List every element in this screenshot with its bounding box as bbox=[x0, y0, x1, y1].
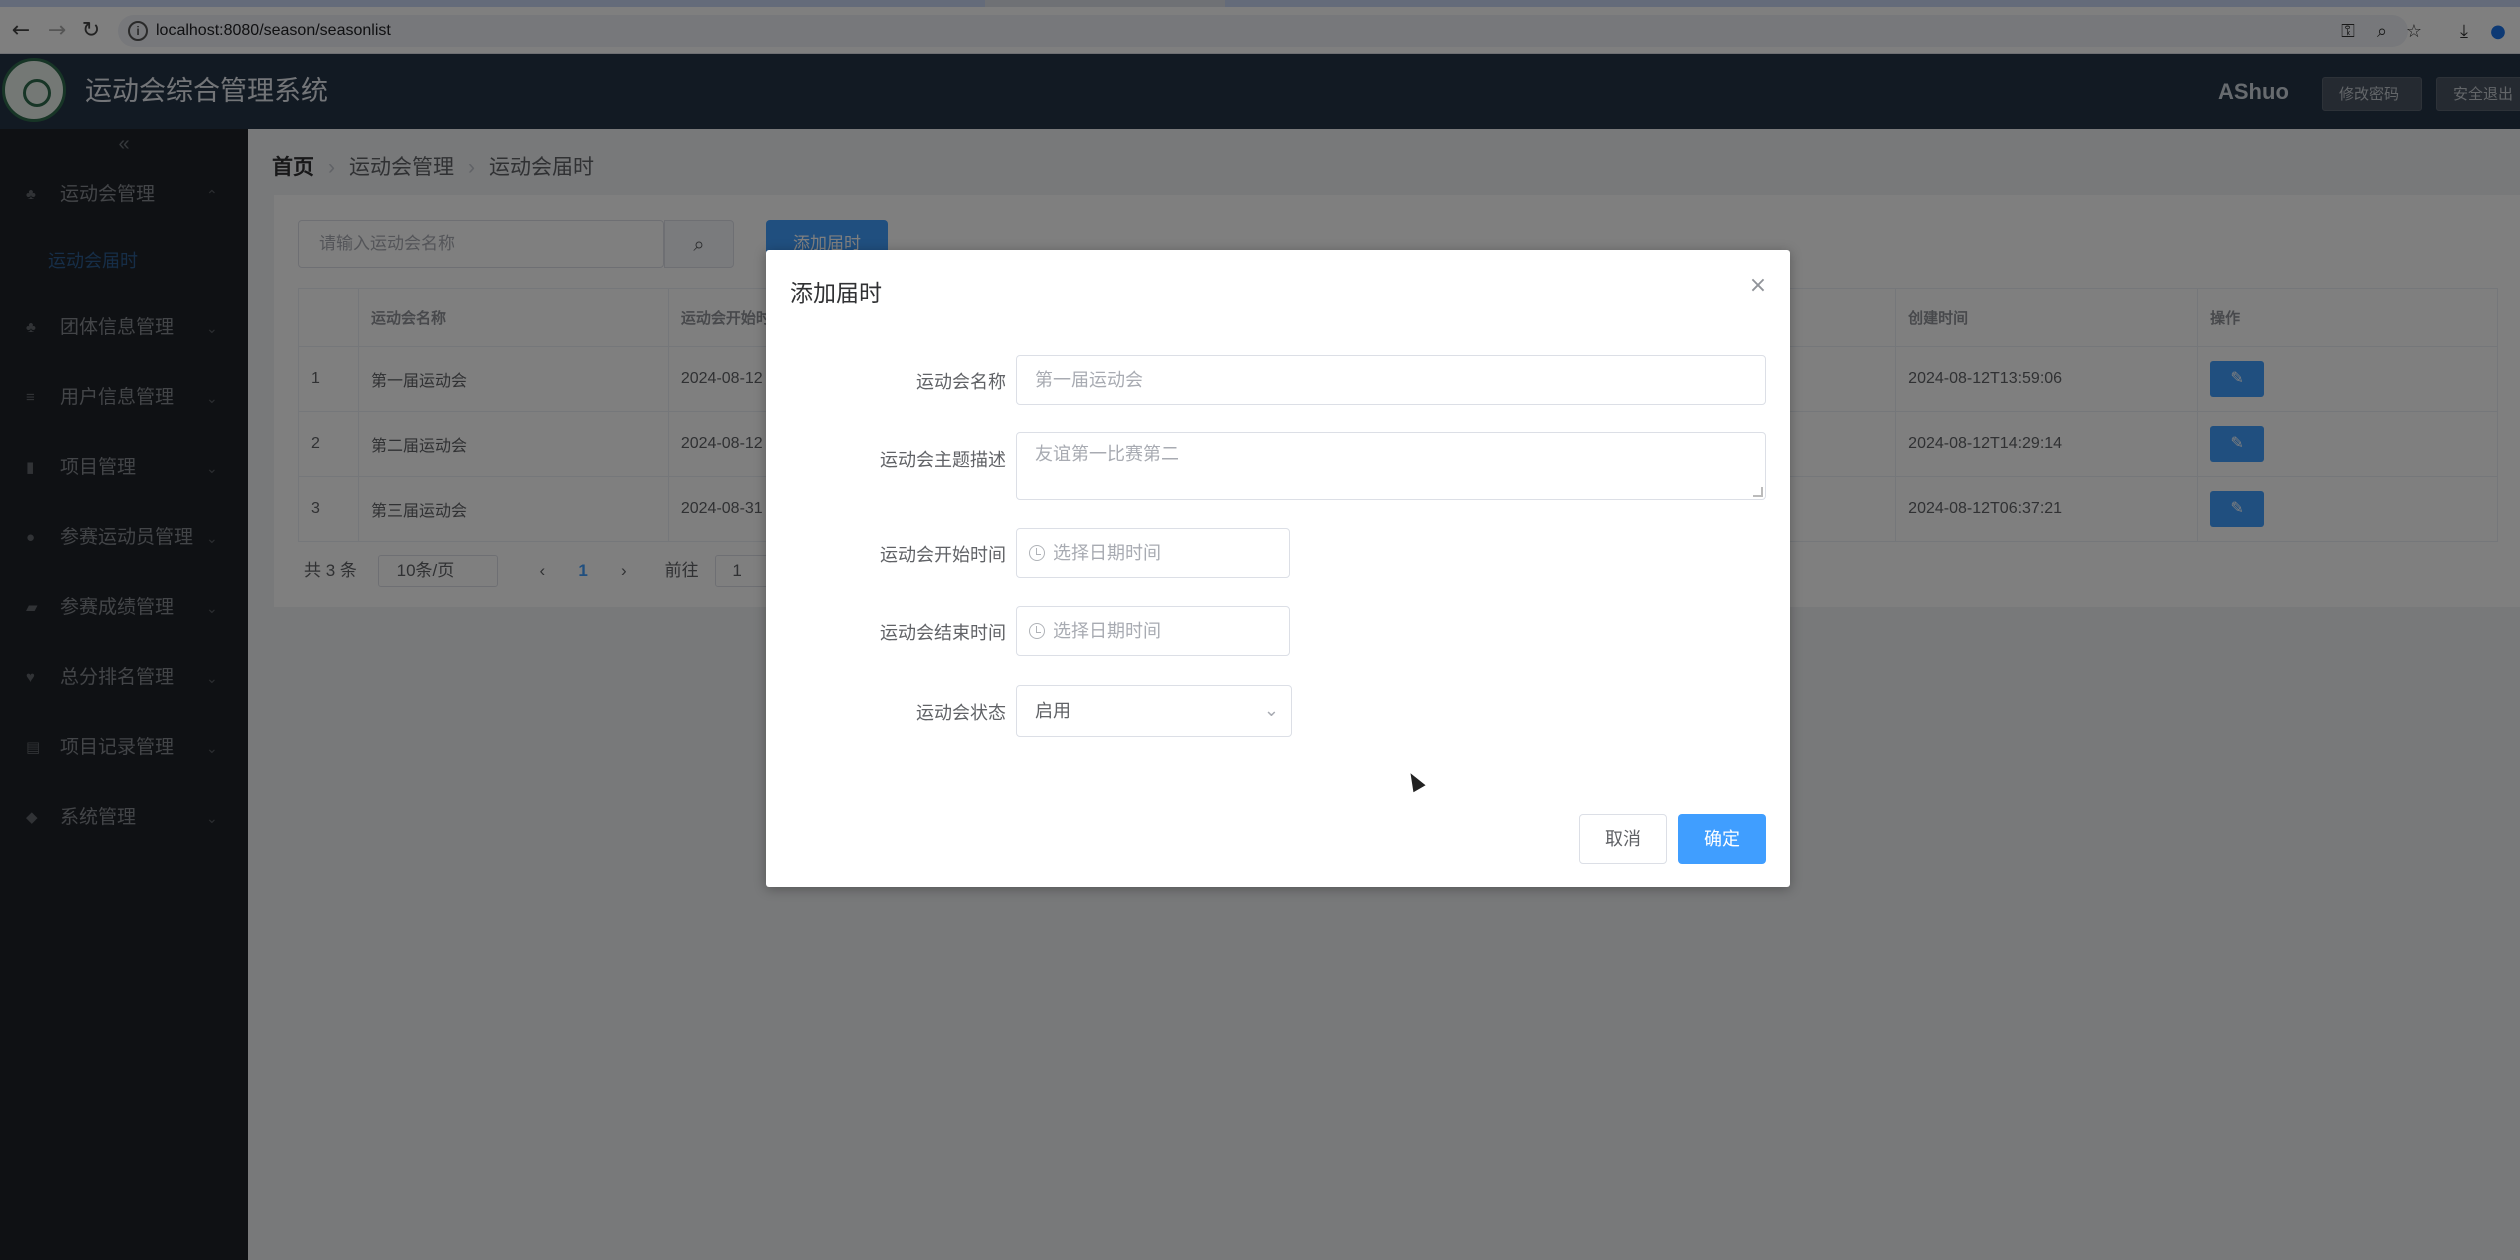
name-label: 运动会名称 bbox=[916, 372, 1006, 392]
chevron-down-icon: ⌄ bbox=[1263, 700, 1279, 721]
status-select[interactable]: 启用 ⌄ bbox=[1016, 685, 1292, 737]
theme-textarea[interactable]: 友谊第一比赛第二 bbox=[1016, 432, 1766, 500]
cancel-button[interactable]: 取消 bbox=[1579, 814, 1667, 864]
name-input[interactable]: 第一届运动会 bbox=[1016, 355, 1766, 405]
start-time-label: 运动会开始时间 bbox=[880, 545, 1006, 565]
end-time-picker[interactable]: 选择日期时间 bbox=[1016, 606, 1290, 656]
clock-icon bbox=[1029, 545, 1045, 561]
end-time-label: 运动会结束时间 bbox=[880, 623, 1006, 643]
clock-icon bbox=[1029, 623, 1045, 639]
status-label: 运动会状态 bbox=[916, 703, 1006, 723]
start-time-placeholder: 选择日期时间 bbox=[1053, 543, 1161, 563]
confirm-button[interactable]: 确定 bbox=[1678, 814, 1766, 864]
add-season-dialog: 添加届时 × 运动会名称 第一届运动会 运动会主题描述 友谊第一比赛第二 运动会… bbox=[766, 250, 1790, 887]
theme-label: 运动会主题描述 bbox=[880, 450, 1006, 470]
theme-placeholder: 友谊第一比赛第二 bbox=[1035, 444, 1179, 464]
resize-handle[interactable] bbox=[1753, 487, 1763, 497]
status-value: 启用 bbox=[1035, 701, 1071, 721]
end-time-placeholder: 选择日期时间 bbox=[1053, 621, 1161, 641]
start-time-picker[interactable]: 选择日期时间 bbox=[1016, 528, 1290, 578]
close-icon[interactable]: × bbox=[1746, 274, 1770, 298]
dialog-title: 添加届时 bbox=[790, 280, 882, 306]
